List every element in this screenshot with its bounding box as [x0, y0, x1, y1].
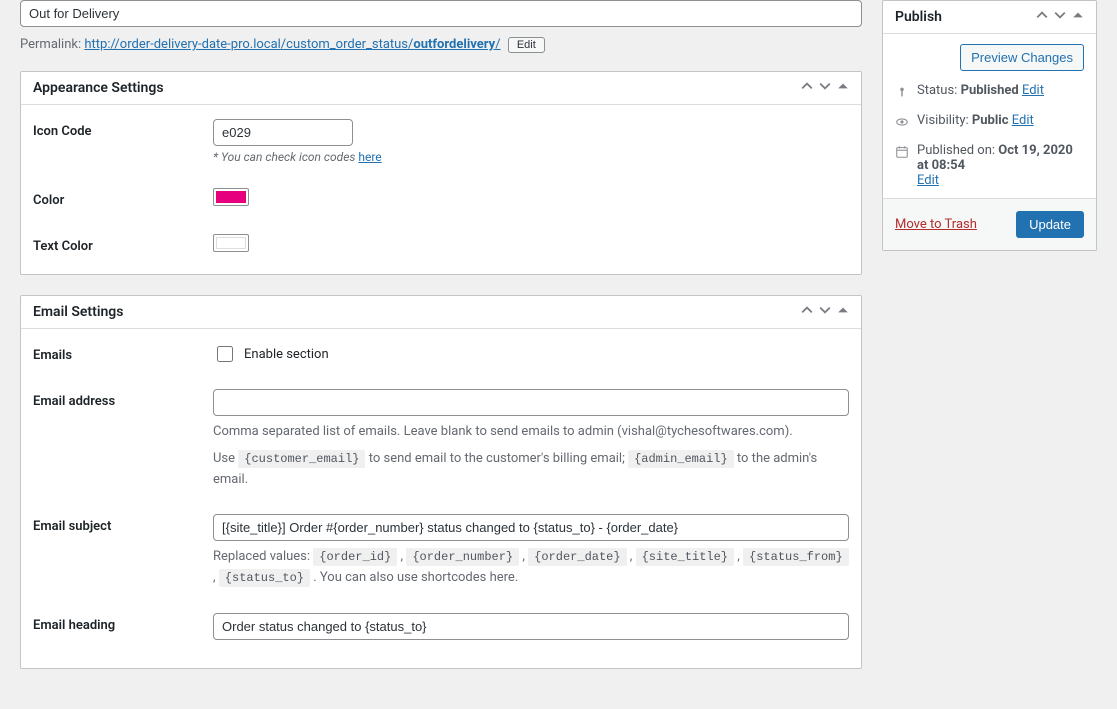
permalink-row: Permalink: http://order-delivery-date-pr… [20, 37, 862, 53]
publish-box: Publish Preview Changes Status: Publishe… [882, 0, 1097, 251]
appearance-settings-box: Appearance Settings Icon Code * You can … [20, 71, 862, 275]
enable-section-checkbox[interactable] [217, 346, 233, 362]
post-title-input[interactable] [20, 0, 862, 27]
text-color-label: Text Color [33, 234, 213, 254]
icon-code-label: Icon Code [33, 119, 213, 139]
color-label: Color [33, 188, 213, 208]
email-settings-box: Email Settings Emails Enable section [20, 295, 862, 669]
color-picker[interactable] [213, 188, 249, 206]
appearance-heading: Appearance Settings [33, 80, 164, 96]
pin-icon [895, 83, 909, 103]
permalink-label: Permalink: [20, 37, 81, 52]
status-value: Published [961, 83, 1019, 98]
code-order-number: {order_number} [406, 548, 519, 566]
move-down-icon[interactable] [1054, 9, 1066, 25]
preview-changes-button[interactable]: Preview Changes [960, 44, 1084, 71]
move-up-icon[interactable] [1036, 9, 1048, 25]
color-swatch-inner [216, 191, 246, 203]
email-address-desc2: Use {customer_email} to send email to th… [213, 449, 849, 491]
move-up-icon[interactable] [801, 80, 813, 96]
icon-codes-here-link[interactable]: here [358, 150, 381, 164]
email-address-input[interactable] [213, 389, 849, 416]
visibility-value: Public [972, 113, 1009, 128]
toggle-panel-icon[interactable] [837, 304, 849, 320]
code-status-from: {status_from} [743, 548, 849, 566]
email-heading: Email Settings [33, 304, 123, 320]
permalink-link[interactable]: http://order-delivery-date-pro.local/cus… [84, 37, 500, 52]
move-down-icon[interactable] [819, 304, 831, 320]
email-address-desc1: Comma separated list of emails. Leave bl… [213, 422, 849, 443]
code-order-id: {order_id} [313, 548, 397, 566]
icon-code-hint: * You can check icon codes here [213, 150, 849, 164]
status-edit-link[interactable]: Edit [1022, 83, 1044, 98]
update-button[interactable]: Update [1016, 211, 1084, 238]
date-edit-link[interactable]: Edit [917, 173, 939, 188]
code-order-date: {order_date} [528, 548, 626, 566]
code-admin-email: {admin_email} [628, 450, 734, 468]
email-heading-input[interactable] [213, 613, 849, 640]
permalink-edit-button[interactable]: Edit [508, 37, 545, 53]
email-heading-label: Email heading [33, 613, 213, 633]
text-color-swatch-inner [216, 237, 246, 249]
icon-code-input[interactable] [213, 119, 353, 146]
calendar-icon [895, 143, 909, 163]
publish-heading: Publish [895, 9, 942, 25]
visibility-edit-link[interactable]: Edit [1012, 113, 1034, 128]
code-site-title: {site_title} [636, 548, 734, 566]
email-address-label: Email address [33, 389, 213, 409]
emails-label: Emails [33, 343, 213, 363]
eye-icon [895, 113, 909, 133]
code-status-to: {status_to} [219, 569, 310, 587]
toggle-panel-icon[interactable] [1072, 9, 1084, 25]
move-to-trash-link[interactable]: Move to Trash [895, 217, 977, 232]
move-down-icon[interactable] [819, 80, 831, 96]
enable-section-label: Enable section [244, 347, 329, 362]
email-subject-desc: Replaced values: {order_id} , {order_num… [213, 547, 849, 589]
move-up-icon[interactable] [801, 304, 813, 320]
toggle-panel-icon[interactable] [837, 80, 849, 96]
email-subject-label: Email subject [33, 514, 213, 534]
text-color-picker[interactable] [213, 234, 249, 252]
code-customer-email: {customer_email} [238, 450, 365, 468]
email-subject-input[interactable] [213, 514, 849, 541]
